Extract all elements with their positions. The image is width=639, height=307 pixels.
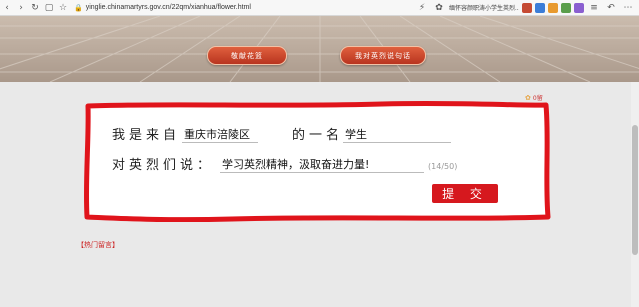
more-icon[interactable]: ⋯ [621, 1, 635, 15]
forward-icon[interactable]: › [14, 1, 28, 15]
message-row: 对英烈们说： 学习英烈精神，汲取奋进力量! (14/50) [112, 154, 457, 173]
extension-icon[interactable] [535, 2, 545, 13]
identity-field[interactable]: 学生 [343, 128, 452, 143]
lightning-icon[interactable]: ⚡ [415, 1, 429, 15]
location-field[interactable]: 重庆市涪陵区 [182, 128, 259, 143]
scrollbar-thumb[interactable] [632, 125, 638, 255]
lock-icon: 🔒 [74, 4, 83, 12]
back-icon[interactable]: ‹ [0, 1, 14, 15]
browser-toolbar: ‹ › ↻ ▢ ☆ 🔒 yinglie.chinamartyrs.gov.cn/… [0, 0, 639, 16]
menu-icon[interactable]: ≡ [587, 1, 601, 15]
tile-floor [0, 16, 639, 82]
char-counter: (14/50) [428, 162, 458, 171]
undo-icon[interactable]: ↶ [604, 1, 618, 15]
reader-icon[interactable]: ▢ [42, 1, 56, 15]
hot-messages-link[interactable]: 【热门留言】 [77, 240, 119, 250]
star-icon[interactable]: ☆ [56, 1, 70, 15]
url-text[interactable]: yinglie.chinamartyrs.gov.cn/22qm/xianhua… [86, 4, 251, 11]
origin-prefix: 我是来自 [112, 128, 181, 143]
message-card: 我是来自 重庆市涪陵区 的一名 学生 对英烈们说： 学习英烈精神，汲取奋进力量!… [82, 100, 552, 222]
origin-middle: 的一名 [292, 128, 344, 143]
toolbar-right: ⚡ ✿ 缅怀容颜职涛小学生英烈... ≡ ↶ ⋯ [415, 1, 639, 15]
header-banner: 敬献花篮 我对英烈说句话 [0, 16, 639, 82]
news-snippet[interactable]: 缅怀容颜职涛小学生英烈... [449, 3, 519, 12]
extension-icon[interactable] [561, 2, 571, 13]
message-prefix: 对英烈们说： [112, 158, 215, 173]
address-bar[interactable]: 🔒 yinglie.chinamartyrs.gov.cn/22qm/xianh… [74, 2, 404, 14]
submit-button[interactable]: 提 交 [432, 184, 498, 203]
extension-icon[interactable] [574, 2, 584, 13]
scrollbar[interactable] [631, 82, 639, 307]
reload-icon[interactable]: ↻ [28, 1, 42, 15]
say-to-heroes-button[interactable]: 我对英烈说句话 [340, 46, 426, 65]
game-icon[interactable] [548, 2, 558, 13]
offer-flowers-button[interactable]: 敬献花篮 [207, 46, 287, 65]
message-field[interactable]: 学习英烈精神，汲取奋进力量! [220, 158, 425, 173]
flower-icon[interactable]: ✿ [432, 1, 446, 15]
extension-icon[interactable] [522, 2, 532, 13]
origin-row: 我是来自 重庆市涪陵区 的一名 学生 [112, 124, 452, 143]
